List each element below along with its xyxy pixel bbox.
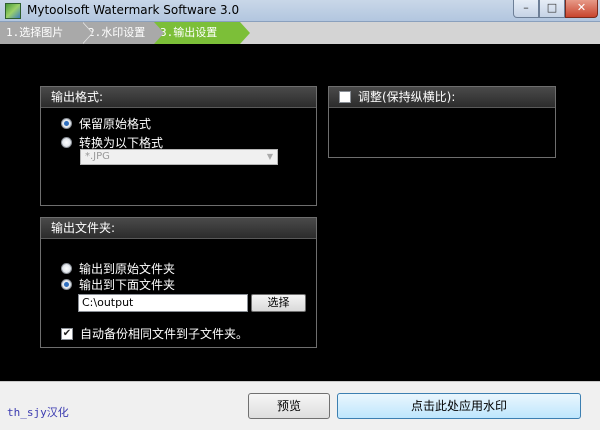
output-folder-group: 输出文件夹: 输出到原始文件夹 输出到下面文件夹 C:\output 选择 ✔ … [40, 217, 317, 348]
tab-select-images[interactable]: 1.选择图片 [0, 22, 82, 44]
adjust-group: 调整(保持纵横比): [328, 86, 556, 158]
backup-checkbox-label: 自动备份相同文件到子文件夹。 [80, 327, 249, 341]
window-title: Mytoolsoft Watermark Software 3.0 [27, 3, 240, 17]
format-select-value: *.JPG [85, 151, 110, 162]
close-button[interactable]: ✕ [565, 0, 598, 18]
radio-selected-icon[interactable] [61, 279, 72, 290]
adjust-label: 调整(保持纵横比): [358, 89, 456, 104]
output-format-title: 输出格式: [41, 87, 316, 108]
output-path-input[interactable]: C:\output [78, 294, 248, 312]
preview-button[interactable]: 预览 [248, 393, 330, 419]
maximize-button[interactable]: □ [539, 0, 565, 18]
backup-checkbox-row[interactable]: ✔ 自动备份相同文件到子文件夹。 [61, 325, 248, 342]
step-active-arrow [240, 22, 250, 44]
radio-keep-format[interactable]: 保留原始格式 [61, 115, 151, 132]
radio-original-folder[interactable]: 输出到原始文件夹 [61, 260, 175, 277]
radio-custom-folder[interactable]: 输出到下面文件夹 [61, 276, 175, 293]
radio-keep-format-label: 保留原始格式 [79, 117, 152, 131]
translator-credit: th_sjy汉化 [7, 406, 69, 419]
minimize-button[interactable]: – [513, 0, 539, 18]
step-separator [154, 22, 164, 44]
format-select[interactable]: *.JPG ▼ [80, 149, 278, 165]
output-folder-title: 输出文件夹: [41, 218, 316, 239]
choose-folder-button[interactable]: 选择 [251, 294, 306, 312]
radio-original-folder-label: 输出到原始文件夹 [79, 262, 176, 276]
step-separator [82, 22, 92, 44]
tab-output-settings[interactable]: 3.输出设置 [154, 22, 240, 44]
apply-watermark-button[interactable]: 点击此处应用水印 [337, 393, 581, 419]
app-icon [5, 3, 21, 19]
footer-bar: th_sjy汉化 预览 点击此处应用水印 [0, 381, 600, 430]
title-bar: Mytoolsoft Watermark Software 3.0 – □ ✕ [0, 0, 600, 22]
output-format-group: 输出格式: 保留原始格式 转换为以下格式 *.JPG ▼ [40, 86, 317, 206]
radio-unselected-icon[interactable] [61, 137, 72, 148]
checkbox-checked-icon[interactable]: ✔ [61, 327, 73, 340]
radio-selected-icon[interactable] [61, 118, 72, 129]
radio-unselected-icon[interactable] [61, 263, 72, 274]
adjust-header[interactable]: 调整(保持纵横比): [329, 87, 555, 108]
chevron-down-icon[interactable]: ▼ [267, 150, 273, 164]
radio-custom-folder-label: 输出到下面文件夹 [79, 278, 176, 292]
step-tabs: 1.选择图片 2.水印设置 3.输出设置 [0, 22, 600, 44]
checkbox-unchecked-icon[interactable] [339, 91, 351, 103]
